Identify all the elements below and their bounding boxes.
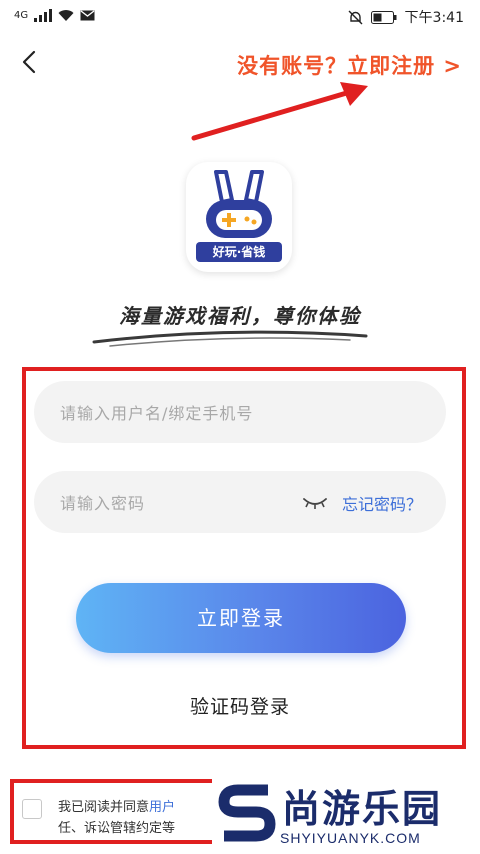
app-logo: 好玩·省钱 bbox=[186, 162, 292, 272]
agreement-line2: 任、诉讼管辖约定等 bbox=[58, 821, 176, 836]
password-placeholder: 请输入密码 bbox=[60, 494, 146, 513]
mute-bell-icon bbox=[348, 10, 363, 24]
gamepad-bunny-icon bbox=[206, 170, 272, 238]
agreement-prefix: 我已阅读并同意 bbox=[58, 800, 150, 815]
back-arrow-icon[interactable] bbox=[14, 46, 46, 78]
brush-stroke-decoration bbox=[92, 330, 368, 347]
user-agreement-link[interactable]: 用户 bbox=[149, 800, 175, 815]
login-button[interactable]: 立即登录 bbox=[76, 583, 406, 653]
site-watermark: 尚游乐园 SHYIYUANYK.COM bbox=[212, 776, 480, 854]
mail-icon bbox=[80, 9, 95, 20]
network-type: 4G bbox=[14, 9, 29, 21]
password-input[interactable]: 请输入密码 忘记密码？ bbox=[34, 471, 446, 533]
status-left: 4G bbox=[14, 8, 95, 22]
logo-caption: 好玩·省钱 bbox=[196, 242, 282, 262]
register-link[interactable]: 没有账号？立即注册 > bbox=[237, 50, 462, 80]
watermark-name-en: SHYIYUANYK.COM bbox=[280, 830, 421, 846]
wifi-icon bbox=[58, 9, 74, 21]
forgot-password-link[interactable]: 忘记密码？ bbox=[342, 491, 422, 515]
username-input[interactable]: 请输入用户名/绑定手机号 bbox=[34, 381, 446, 443]
username-placeholder: 请输入用户名/绑定手机号 bbox=[60, 404, 254, 423]
signal-icon bbox=[34, 8, 53, 22]
watermark-name-cn: 尚游乐园 bbox=[282, 787, 443, 831]
annotation-arrow-icon bbox=[191, 82, 368, 141]
status-bar: 4G 下午3:41 bbox=[0, 0, 480, 32]
agreement-checkbox[interactable] bbox=[22, 799, 42, 819]
watermark-s-logo-icon bbox=[218, 784, 276, 842]
eye-closed-icon[interactable] bbox=[302, 493, 328, 511]
sms-code-login-link[interactable]: 验证码登录 bbox=[0, 692, 480, 719]
battery-icon bbox=[370, 10, 397, 24]
status-right: 下午3:41 bbox=[348, 7, 464, 27]
clock: 下午3:41 bbox=[404, 10, 464, 26]
